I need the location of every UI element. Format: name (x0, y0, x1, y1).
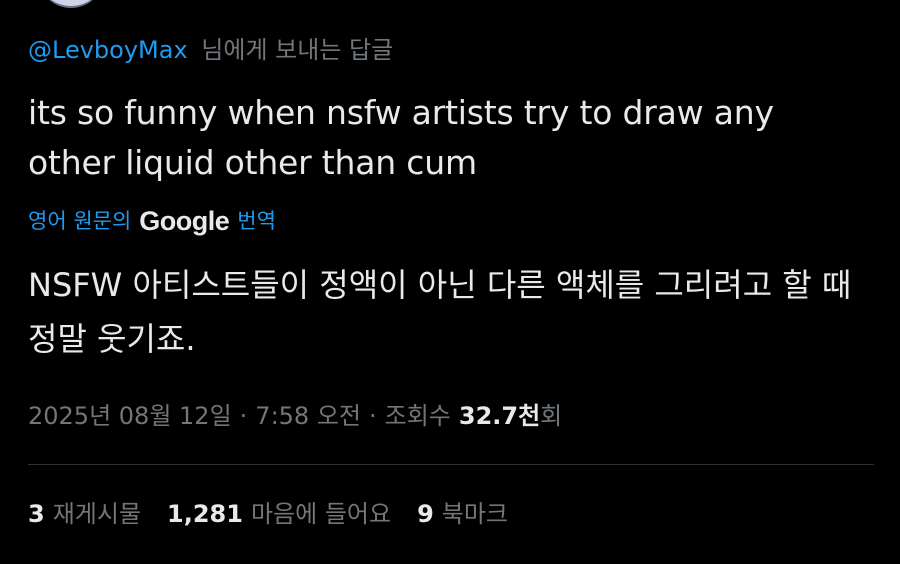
bookmarks-stat[interactable]: 9 북마크 (417, 494, 508, 534)
reply-context: @LevboyMax 님에게 보내는 답글 (28, 32, 393, 68)
translation-source-label: 영어 원문의 (28, 209, 132, 233)
reposts-label: 재게시물 (52, 500, 142, 528)
views-label: 조회수 (384, 402, 451, 430)
reply-handle-link[interactable]: @LevboyMax (28, 36, 188, 64)
views-count[interactable]: 32.7천 (459, 402, 540, 430)
likes-count: 1,281 (167, 500, 243, 528)
avatar[interactable] (38, 0, 104, 8)
tweet-date[interactable]: 2025년 08월 12일 (28, 402, 232, 430)
reply-context-label: 님에게 보내는 답글 (201, 36, 394, 64)
engagement-stats: 3 재게시물 1,281 마음에 들어요 9 북마크 (28, 494, 534, 534)
likes-stat[interactable]: 1,281 마음에 들어요 (167, 494, 391, 534)
reposts-count: 3 (28, 500, 45, 528)
bookmarks-label: 북마크 (441, 500, 509, 528)
translation-attribution[interactable]: 영어 원문의 Google 번역 (28, 203, 276, 239)
separator-dot: · (239, 402, 248, 430)
divider (28, 464, 874, 465)
translation-label: 번역 (237, 209, 276, 233)
tweet-metadata: 2025년 08월 12일 · 7:58 오전 · 조회수 32.7천회 (28, 396, 562, 436)
likes-label: 마음에 들어요 (250, 500, 392, 528)
tweet-text: its so funny when nsfw artists try to dr… (28, 93, 774, 182)
reposts-stat[interactable]: 3 재게시물 (28, 494, 141, 534)
bookmarks-count: 9 (417, 500, 434, 528)
separator-dot: · (368, 402, 377, 430)
translated-text: NSFW 아티스트들이 정액이 아닌 다른 액체를 그리려고 할 때 정말 웃기… (28, 266, 852, 358)
google-logo: Google (139, 206, 230, 236)
views-suffix: 회 (540, 402, 563, 430)
tweet-time[interactable]: 7:58 오전 (255, 402, 361, 430)
